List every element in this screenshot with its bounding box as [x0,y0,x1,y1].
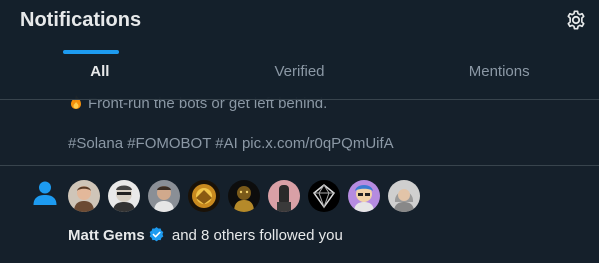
follower-avatar-2[interactable] [108,180,140,212]
tab-verified[interactable]: Verified [200,44,400,99]
tab-verified-label: Verified [274,63,325,80]
followed-message: Matt Gems and 8 others followed you [68,226,343,245]
tab-mentions[interactable]: Mentions [399,44,599,99]
follower-avatar-9[interactable] [388,180,420,212]
follow-notification[interactable]: Matt Gems and 8 others followed you [0,166,599,263]
verified-badge-icon [149,227,163,242]
follower-avatar-5[interactable] [228,180,260,212]
follower-avatar-3[interactable] [148,180,180,212]
tab-mentions-label: Mentions [468,63,530,80]
tweet-text-line-2: #Solana #FOMOBOT #AI pic.x.com/r0qPQmUif… [68,135,394,152]
tab-all-label: All [90,63,110,80]
follower-avatar-8[interactable] [348,180,380,212]
page-title: Notifications [20,9,142,31]
gear-icon[interactable] [565,9,587,31]
follower-name-link[interactable]: Matt Gems [68,227,145,244]
followed-message-text: and 8 others followed you [167,227,343,244]
active-tab-indicator [63,50,119,54]
follower-avatars [68,180,420,212]
follower-avatar-7[interactable] [308,180,340,212]
follower-avatar-1[interactable] [68,180,100,212]
person-icon [33,181,57,205]
follower-avatar-6[interactable] [268,180,300,212]
notifications-header: Notifications All Verified Mentions [0,0,599,100]
follower-avatar-4[interactable] [188,180,220,212]
